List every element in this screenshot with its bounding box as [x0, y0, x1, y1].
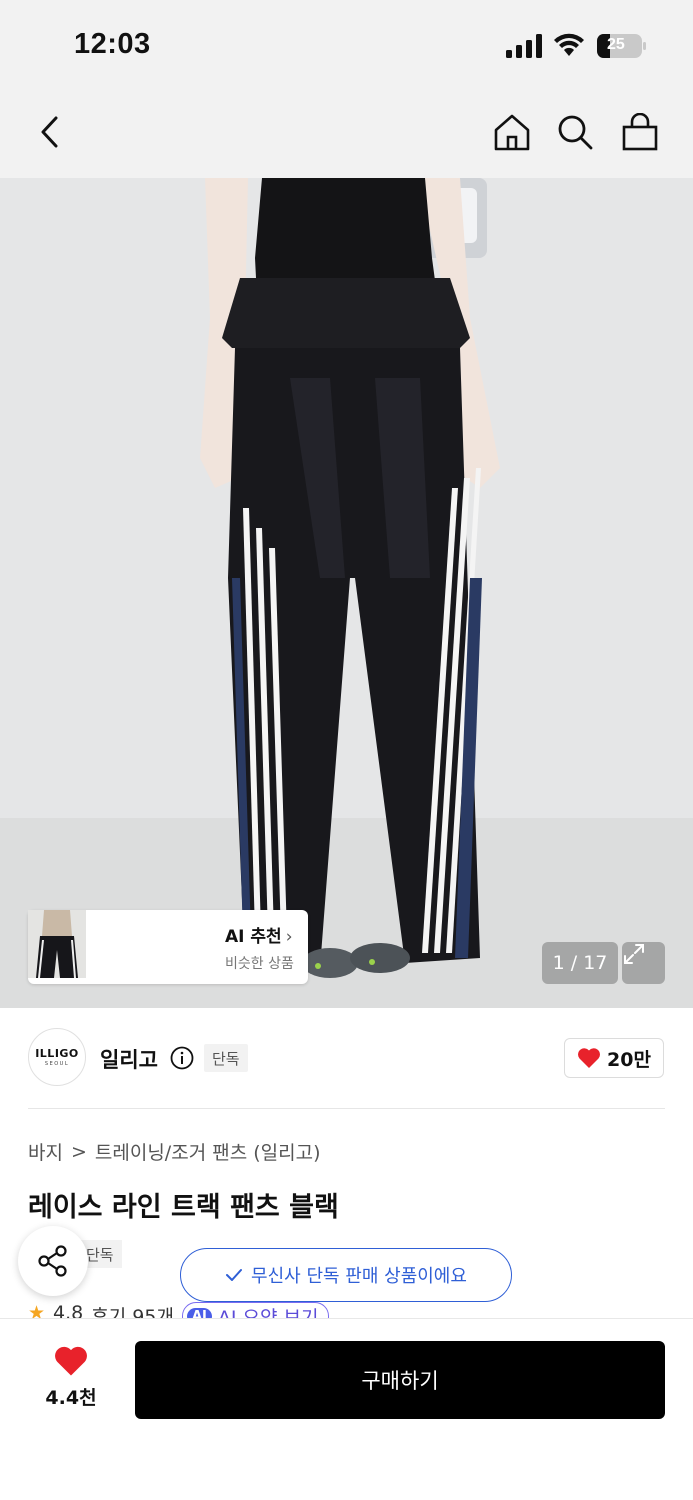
product-like-count: 4.4천: [45, 1387, 97, 1409]
shopping-bag-icon: [622, 113, 658, 151]
brand-logo[interactable]: ILLIGO SEOUL: [28, 1028, 86, 1086]
brand-row: ILLIGO SEOUL 일리고 단독 20만: [0, 1008, 693, 1108]
expand-icon: [624, 944, 644, 964]
heart-icon: [578, 1048, 600, 1068]
ai-thumbnail-2[interactable]: [28, 910, 151, 981]
brand-like-button[interactable]: 20만: [564, 1038, 664, 1078]
home-button[interactable]: [490, 110, 534, 154]
cart-button[interactable]: [618, 110, 662, 154]
chevron-left-icon: [41, 116, 58, 148]
home-icon: [494, 114, 530, 151]
ai-card-subtitle: 비슷한 상품: [225, 955, 294, 972]
product-photo: [0, 178, 693, 1008]
battery-icon: 25: [597, 34, 647, 58]
ai-card-title: AI 추천: [225, 926, 282, 947]
product-like-button[interactable]: 4.4천: [36, 1345, 106, 1410]
ai-thumbnail-3[interactable]: [28, 910, 213, 981]
bottom-purchase-bar: 4.4천 구매하기: [0, 1318, 693, 1500]
image-page-counter: 1 / 17: [542, 942, 618, 984]
breadcrumb-category[interactable]: 바지: [28, 1138, 63, 1165]
product-title: 레이스 라인 트랙 팬츠 블랙: [28, 1192, 339, 1223]
divider: [28, 1108, 665, 1109]
share-icon: [38, 1245, 67, 1277]
info-icon[interactable]: [170, 1046, 194, 1070]
breadcrumb: 바지 > 트레이닝/조거 팬츠 (일리고): [28, 1138, 320, 1165]
check-icon: [226, 1269, 243, 1281]
back-button[interactable]: [28, 110, 72, 154]
brand-like-count: 20만: [607, 1048, 651, 1071]
toast-message: 무신사 단독 판매 상품이에요: [251, 1266, 467, 1287]
brand-logo-text: ILLIGO: [35, 1047, 79, 1060]
search-button[interactable]: [553, 110, 597, 154]
wifi-icon: [554, 33, 584, 56]
status-bar: 12:03 25: [0, 0, 693, 90]
breadcrumb-separator: >: [70, 1140, 87, 1163]
expand-image-button[interactable]: [622, 942, 665, 984]
product-image-gallery[interactable]: AI 추천 › 비슷한 상품 1 / 17: [0, 178, 693, 1008]
share-button[interactable]: [18, 1226, 88, 1296]
buy-button[interactable]: 구매하기: [135, 1341, 665, 1419]
chevron-right-icon: ›: [285, 926, 293, 947]
status-time: 12:03: [74, 28, 151, 60]
battery-level: 25: [607, 36, 625, 53]
ai-recommend-card[interactable]: AI 추천 › 비슷한 상품: [28, 910, 308, 984]
breadcrumb-subcategory[interactable]: 트레이닝/조거 팬츠 (일리고): [95, 1138, 321, 1165]
search-icon: [558, 115, 593, 150]
heart-icon: [55, 1346, 87, 1376]
cellular-signal-icon: [506, 34, 542, 58]
nav-bar: [0, 90, 693, 178]
exclusive-toast: 무신사 단독 판매 상품이에요: [180, 1248, 512, 1302]
exclusive-badge: 단독: [204, 1044, 248, 1072]
brand-name[interactable]: 일리고: [100, 1044, 158, 1074]
brand-logo-subtext: SEOUL: [44, 1061, 70, 1067]
